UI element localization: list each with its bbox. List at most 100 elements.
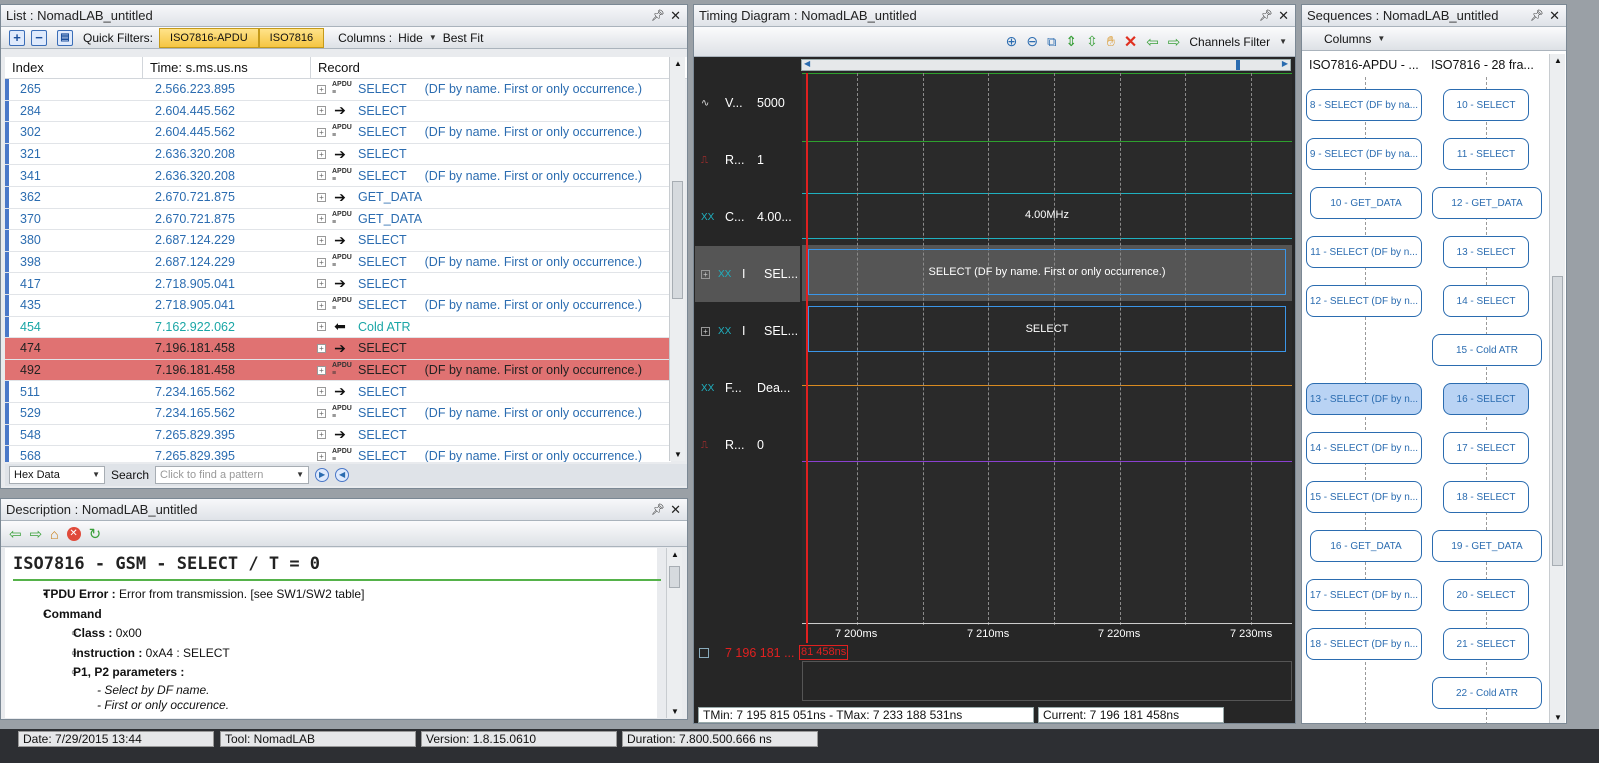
- channel-label[interactable]: ⎍ R... 0: [695, 417, 800, 473]
- pin-icon[interactable]: 📌︎: [1530, 5, 1544, 27]
- forward-icon[interactable]: ⇨: [30, 525, 43, 543]
- next-icon[interactable]: ⇨: [1168, 33, 1181, 51]
- close-icon[interactable]: ✕: [670, 5, 681, 27]
- table-row[interactable]: 380 2.687.124.229 + ➔ SELECT: [5, 230, 671, 252]
- channels-filter-button[interactable]: Channels Filter: [1189, 35, 1270, 49]
- sequence-box-right[interactable]: 22 - Cold ATR: [1432, 677, 1542, 709]
- row-expand-icon[interactable]: +: [317, 300, 326, 310]
- sequence-box-left[interactable]: 15 - SELECT (DF by n...: [1306, 481, 1422, 513]
- row-expand-icon[interactable]: +: [317, 365, 326, 375]
- hide-columns-button[interactable]: Hide: [398, 31, 423, 45]
- sequences-scrollbar[interactable]: ▲ ▼: [1549, 54, 1565, 723]
- sequences-scroll-thumb[interactable]: [1552, 276, 1563, 566]
- table-row[interactable]: 302 2.604.445.562 + APDU ≡ SELECT (DF by name.…: [5, 122, 671, 144]
- seq-col-apdu[interactable]: ISO7816-APDU - ...: [1303, 54, 1427, 76]
- quick-filter-iso7816[interactable]: ISO7816: [258, 27, 325, 48]
- channels-filter-dropdown-icon[interactable]: ▼: [1279, 37, 1287, 46]
- table-row[interactable]: 284 2.604.445.562 + ➔ SELECT: [5, 100, 671, 123]
- pin-icon[interactable]: 📌︎: [1259, 5, 1273, 27]
- sequence-box-left[interactable]: 12 - SELECT (DF by n...: [1306, 285, 1422, 317]
- col-header-index[interactable]: Index: [5, 57, 143, 78]
- quick-filter-apdu[interactable]: ISO7816-APDU: [159, 27, 259, 48]
- table-row[interactable]: 417 2.718.905.041 + ➔ SELECT: [5, 273, 671, 295]
- sequence-box-right[interactable]: 18 - SELECT: [1443, 481, 1529, 513]
- sequence-box-right[interactable]: 17 - SELECT: [1443, 432, 1529, 464]
- sequence-box-left[interactable]: 8 - SELECT (DF by na...: [1306, 89, 1422, 121]
- row-expand-icon[interactable]: +: [317, 127, 326, 137]
- columns-button[interactable]: Columns: [1324, 32, 1371, 46]
- search-prev-icon[interactable]: ◀: [335, 468, 350, 482]
- table-row[interactable]: 492 7.196.181.458 + APDU ≡ SELECT (DF by name.…: [5, 359, 671, 382]
- prev-icon[interactable]: ⇦: [1146, 33, 1159, 51]
- sequence-box-right[interactable]: 20 - SELECT: [1443, 579, 1529, 611]
- sequence-box-left[interactable]: 13 - SELECT (DF by n...: [1306, 383, 1422, 415]
- sequence-box-left[interactable]: 14 - SELECT (DF by n...: [1306, 432, 1422, 464]
- sequence-box-right[interactable]: 19 - GET_DATA: [1432, 530, 1542, 562]
- row-expand-icon[interactable]: +: [317, 451, 326, 461]
- row-expand-icon[interactable]: +: [317, 430, 326, 440]
- table-row[interactable]: 321 2.636.320.208 + ➔ SELECT: [5, 143, 671, 166]
- timing-scroll-thumb[interactable]: [1236, 60, 1240, 70]
- refresh-icon[interactable]: ↻: [89, 525, 102, 543]
- table-row[interactable]: 362 2.670.721.875 + ➔ GET_DATA: [5, 186, 671, 209]
- zoom-in-icon[interactable]: ⊕: [1006, 33, 1018, 50]
- table-row[interactable]: 398 2.687.124.229 + APDU ≡ SELECT (DF by name.…: [5, 251, 671, 274]
- channel-expand-icon[interactable]: +: [701, 269, 710, 279]
- collapse-all-icon[interactable]: −: [31, 29, 47, 46]
- row-expand-icon[interactable]: +: [317, 192, 326, 202]
- sequence-box-left[interactable]: 11 - SELECT (DF by n...: [1306, 236, 1422, 268]
- clear-icon[interactable]: ✕: [1124, 32, 1137, 52]
- row-expand-icon[interactable]: +: [317, 343, 326, 353]
- stop-icon[interactable]: ✕: [66, 526, 81, 541]
- io-signal-2[interactable]: SELECT: [808, 306, 1286, 352]
- hide-dropdown-icon[interactable]: ▼: [429, 33, 437, 42]
- zoom-fit-icon[interactable]: ⧉: [1047, 34, 1056, 50]
- timing-top-scrollbar[interactable]: ◀ ▶: [801, 59, 1291, 71]
- sequence-box-right[interactable]: 16 - SELECT: [1443, 383, 1529, 415]
- scroll-up-icon[interactable]: ▲: [671, 550, 679, 559]
- close-icon[interactable]: ✕: [670, 499, 681, 521]
- table-row[interactable]: 454 7.162.922.062 + ⬅ Cold ATR: [5, 316, 671, 339]
- row-expand-icon[interactable]: +: [317, 235, 326, 245]
- scroll-up-icon[interactable]: ▲: [674, 59, 682, 68]
- table-row[interactable]: 370 2.670.721.875 + APDU ≡ GET_DATA: [5, 208, 671, 231]
- sequence-box-right[interactable]: 21 - SELECT: [1443, 628, 1529, 660]
- scroll-left-icon[interactable]: ◀: [804, 59, 810, 68]
- row-expand-icon[interactable]: +: [317, 106, 326, 116]
- channel-label[interactable]: ∿ V... 5000: [695, 75, 800, 131]
- row-expand-icon[interactable]: +: [317, 408, 326, 418]
- table-row[interactable]: 341 2.636.320.208 + APDU ≡ SELECT (DF by name.…: [5, 165, 671, 187]
- sequence-box-left[interactable]: 9 - SELECT (DF by na...: [1306, 138, 1422, 170]
- sequence-box-right[interactable]: 15 - Cold ATR: [1432, 334, 1542, 366]
- close-icon[interactable]: ✕: [1549, 5, 1560, 27]
- sequence-box-right[interactable]: 14 - SELECT: [1443, 285, 1529, 317]
- channel-label[interactable]: + XX I SEL...: [695, 246, 800, 302]
- expand-all-icon[interactable]: +: [9, 29, 25, 46]
- sequence-box-left[interactable]: 18 - SELECT (DF by n...: [1306, 628, 1422, 660]
- cursor-line[interactable]: [806, 73, 808, 643]
- scroll-right-icon[interactable]: ▶: [1282, 59, 1288, 68]
- scroll-down-icon[interactable]: ▼: [674, 450, 682, 459]
- timing-plot[interactable]: 4.00MHz SELECT (DF by name. First or onl…: [802, 73, 1292, 643]
- export-icon[interactable]: ▤: [57, 29, 73, 46]
- best-fit-button[interactable]: Best Fit: [443, 31, 484, 45]
- channel-label[interactable]: XX C... 4.00...: [695, 189, 800, 245]
- col-header-time[interactable]: Time: s.ms.us.ns: [143, 57, 311, 78]
- channel-expand-icon[interactable]: +: [701, 326, 710, 336]
- pin-icon[interactable]: 📌︎: [651, 5, 665, 27]
- channel-label[interactable]: ⎍ R... 1: [695, 132, 800, 188]
- sequence-box-left[interactable]: 16 - GET_DATA: [1310, 530, 1422, 562]
- list-scroll-thumb[interactable]: [672, 181, 683, 299]
- sequence-box-right[interactable]: 12 - GET_DATA: [1432, 187, 1542, 219]
- table-row[interactable]: 511 7.234.165.562 + ➔ SELECT: [5, 381, 671, 403]
- sequence-box-left[interactable]: 17 - SELECT (DF by n...: [1306, 579, 1422, 611]
- seq-col-iso7816[interactable]: ISO7816 - 28 fra...: [1427, 54, 1548, 76]
- list-scrollbar[interactable]: ▲ ▼: [669, 57, 685, 461]
- row-expand-icon[interactable]: +: [317, 149, 326, 159]
- col-header-record[interactable]: Record: [311, 57, 687, 78]
- sequence-box-right[interactable]: 13 - SELECT: [1443, 236, 1529, 268]
- row-expand-icon[interactable]: +: [317, 214, 326, 224]
- columns-dropdown-icon[interactable]: ▼: [1377, 34, 1385, 43]
- channel-label[interactable]: + XX I SEL...: [695, 303, 800, 359]
- pin-icon[interactable]: 📌︎: [651, 499, 665, 521]
